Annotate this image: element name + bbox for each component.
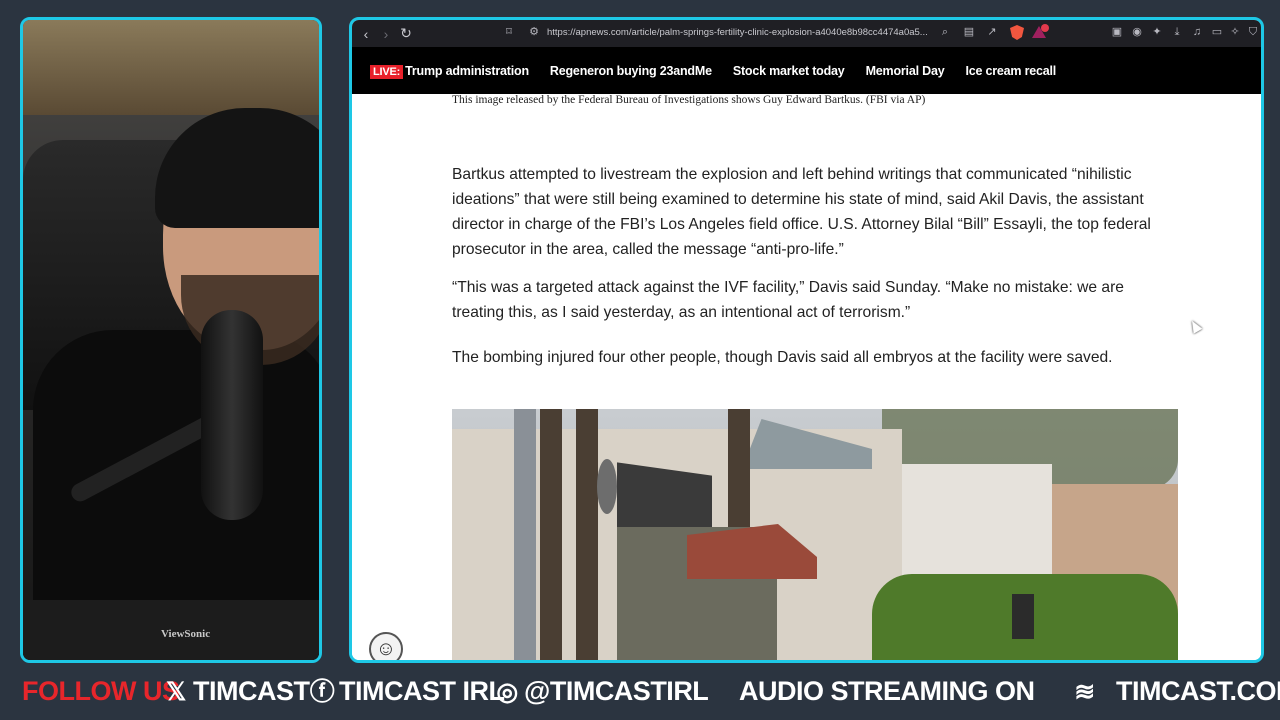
back-icon[interactable]: ‹ — [356, 24, 376, 44]
news-nav-bar: LIVE: Trump administration Regeneron buyi… — [352, 47, 1261, 94]
audio-streaming: AUDIO STREAMING ON ≋ — [739, 672, 1102, 711]
article-body: This image released by the Federal Burea… — [352, 94, 1261, 660]
download-icon[interactable]: ⤓ — [1170, 25, 1184, 39]
spotify-logo-icon: ≋ — [1074, 678, 1095, 706]
instagram-logo-icon: ◎ — [496, 678, 518, 706]
photo-palm-trunk — [540, 409, 562, 660]
article-paragraph: “This was a targeted attack against the … — [452, 279, 1124, 321]
article-photo[interactable] — [452, 409, 1178, 660]
nav-item-regeneron[interactable]: Regeneron buying 23andMe — [550, 64, 712, 78]
zoom-icon[interactable]: ⌕ — [938, 25, 952, 39]
article-paragraph: Bartkus attempted to livestream the expl… — [452, 166, 1151, 258]
host-beanie — [155, 108, 319, 228]
music-icon[interactable]: ♫ — [1190, 25, 1204, 39]
browser-window: ‹ › ↻ ⌑ ⚙ https://apnews.com/article/pal… — [349, 17, 1264, 663]
reload-icon[interactable]: ↻ — [396, 24, 416, 44]
leo-icon[interactable]: ✧ — [1228, 25, 1242, 39]
nav-item-stock-market[interactable]: Stock market today — [733, 64, 845, 78]
webcam-feed: ViewSonic — [20, 17, 322, 663]
photo-pole — [514, 409, 536, 660]
host-figure — [33, 80, 319, 660]
facebook-handle-text: TIMCAST IRL — [339, 676, 505, 706]
live-badge: LIVE: — [370, 64, 404, 79]
monitor-brand: ViewSonic — [161, 628, 211, 640]
reader-icon[interactable]: ▤ — [962, 25, 976, 39]
forward-icon[interactable]: › — [376, 24, 396, 44]
audio-streaming-text: AUDIO STREAMING ON — [739, 676, 1035, 706]
share-icon[interactable]: ↗ — [985, 25, 999, 39]
instagram-handle: ◎ @TIMCASTIRL — [494, 672, 708, 711]
extension-camera-icon[interactable]: ◉ — [1130, 25, 1144, 39]
wallet-icon[interactable]: ▭ — [1210, 25, 1224, 39]
vpn-shield-icon[interactable]: ⛉ — [1246, 25, 1260, 39]
rewards-badge — [1041, 24, 1049, 32]
nav-item-label: Trump administration — [405, 63, 529, 78]
photo-clock-sign — [597, 459, 617, 514]
follow-us-label: FOLLOW US — [22, 676, 180, 706]
nav-item-memorial-day[interactable]: Memorial Day — [866, 64, 945, 78]
facebook-logo-icon: ⓕ — [309, 678, 335, 706]
extension-b-icon[interactable]: ▣ — [1110, 25, 1124, 39]
url-text: https://apnews.com/article/palm-springs-… — [547, 27, 928, 38]
photo-plaque — [1012, 594, 1034, 639]
x-logo-icon: 𝕏 — [166, 678, 186, 706]
accessibility-icon[interactable]: ☺ — [369, 632, 403, 660]
facebook-handle: ⓕ TIMCAST IRL — [309, 672, 505, 711]
instagram-handle-text: @TIMCASTIRL — [524, 676, 709, 706]
x-handle: 𝕏 TIMCAST — [163, 672, 310, 711]
x-handle-text: TIMCAST — [193, 676, 310, 706]
monitor-bezel: ViewSonic — [23, 600, 319, 660]
image-caption: This image released by the Federal Burea… — [452, 94, 926, 106]
nav-item-ice-cream-recall[interactable]: Ice cream recall — [965, 64, 1056, 78]
photo-palm-trunk — [576, 409, 598, 660]
nav-item-trump-administration[interactable]: LIVE: Trump administration — [370, 63, 529, 79]
extensions-puzzle-icon[interactable]: ✦ — [1150, 25, 1164, 39]
site-url: TIMCAST.COM — [1116, 676, 1280, 706]
microphone — [201, 310, 263, 520]
browser-toolbar: ‹ › ↻ ⌑ ⚙ https://apnews.com/article/pal… — [352, 20, 1261, 47]
mouse-cursor-icon — [1187, 318, 1203, 334]
article-paragraph: The bombing injured four other people, t… — [452, 349, 1113, 366]
